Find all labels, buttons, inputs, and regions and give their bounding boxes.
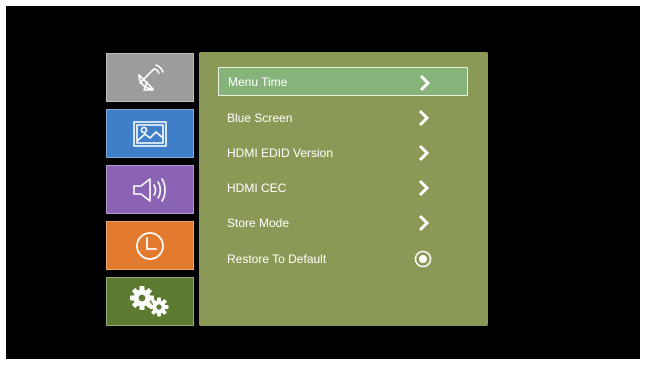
setup-menu-panel: Menu Time Blue Screen HDMI EDID Version … — [199, 52, 488, 326]
clock-icon — [134, 230, 166, 262]
satellite-dish-icon — [135, 63, 165, 93]
tv-screen: Menu Time Blue Screen HDMI EDID Version … — [6, 6, 640, 359]
menu-item-blue-screen[interactable]: Blue Screen — [218, 103, 468, 132]
menu-item-hdmi-edid-version[interactable]: HDMI EDID Version — [218, 138, 468, 167]
chevron-right-icon — [414, 109, 432, 127]
category-channel-tab[interactable] — [106, 53, 194, 102]
menu-item-restore-to-default[interactable]: Restore To Default — [218, 244, 468, 273]
chevron-right-icon — [415, 74, 433, 92]
picture-icon — [132, 120, 168, 148]
speaker-icon — [130, 176, 170, 204]
menu-item-store-mode[interactable]: Store Mode — [218, 208, 468, 237]
radio-icon — [414, 250, 432, 268]
chevron-right-icon — [414, 179, 432, 197]
menu-item-hdmi-cec[interactable]: HDMI CEC — [218, 173, 468, 202]
menu-item-menu-time[interactable]: Menu Time — [218, 67, 468, 96]
category-picture-tab[interactable] — [106, 109, 194, 158]
category-time-tab[interactable] — [106, 221, 194, 270]
category-setup-tab[interactable] — [106, 277, 194, 326]
gears-icon — [128, 285, 172, 319]
chevron-right-icon — [414, 214, 432, 232]
chevron-right-icon — [414, 144, 432, 162]
category-sound-tab[interactable] — [106, 165, 194, 214]
